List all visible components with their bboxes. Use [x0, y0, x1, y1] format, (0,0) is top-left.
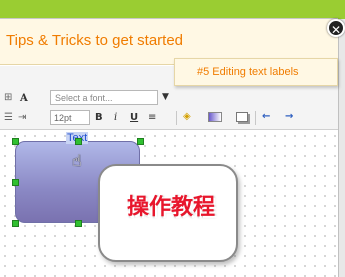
forward-arrow-icon[interactable]: →	[285, 110, 293, 124]
font-size-select[interactable]: 12pt	[50, 110, 90, 125]
close-icon[interactable]: ✕	[327, 19, 345, 37]
paragraph-icon[interactable]: ⊞	[4, 91, 12, 105]
chevron-down-icon[interactable]: ▼	[162, 92, 169, 102]
callout-title: 操作教程	[126, 195, 215, 220]
toolbar-divider	[255, 111, 256, 125]
bold-button[interactable]: B	[95, 111, 103, 125]
italic-button[interactable]: i	[114, 111, 117, 125]
resize-handle[interactable]	[12, 179, 19, 186]
resize-handle[interactable]	[12, 220, 19, 227]
resize-handle[interactable]	[75, 138, 82, 145]
font-select[interactable]: Select a font...	[50, 90, 158, 105]
tips-dropdown: #5 Editing text labels	[174, 58, 338, 86]
tip-item-editing-text-labels[interactable]: #5 Editing text labels	[197, 66, 299, 78]
hand-cursor-icon: ☝	[72, 151, 82, 170]
back-arrow-icon[interactable]: ←	[262, 110, 270, 124]
text-style-icon[interactable]: A	[20, 92, 28, 106]
tutorial-callout: 操作教程	[98, 164, 238, 262]
tips-title[interactable]: Tips & Tricks to get started	[6, 32, 183, 49]
resize-handle[interactable]	[137, 138, 144, 145]
resize-handle[interactable]	[75, 220, 82, 227]
underline-button[interactable]: U	[130, 111, 138, 125]
list-icon[interactable]: ☰	[4, 111, 13, 125]
resize-handle[interactable]	[12, 138, 19, 145]
vertical-scrollbar[interactable]	[338, 19, 345, 277]
fill-color-icon[interactable]: ◈	[183, 110, 191, 124]
align-button[interactable]: ≡	[148, 111, 156, 125]
toolbar-divider	[176, 111, 177, 125]
indent-icon[interactable]: ⇥	[18, 111, 26, 125]
shadow-icon[interactable]	[236, 112, 248, 122]
gradient-icon[interactable]	[208, 112, 222, 122]
